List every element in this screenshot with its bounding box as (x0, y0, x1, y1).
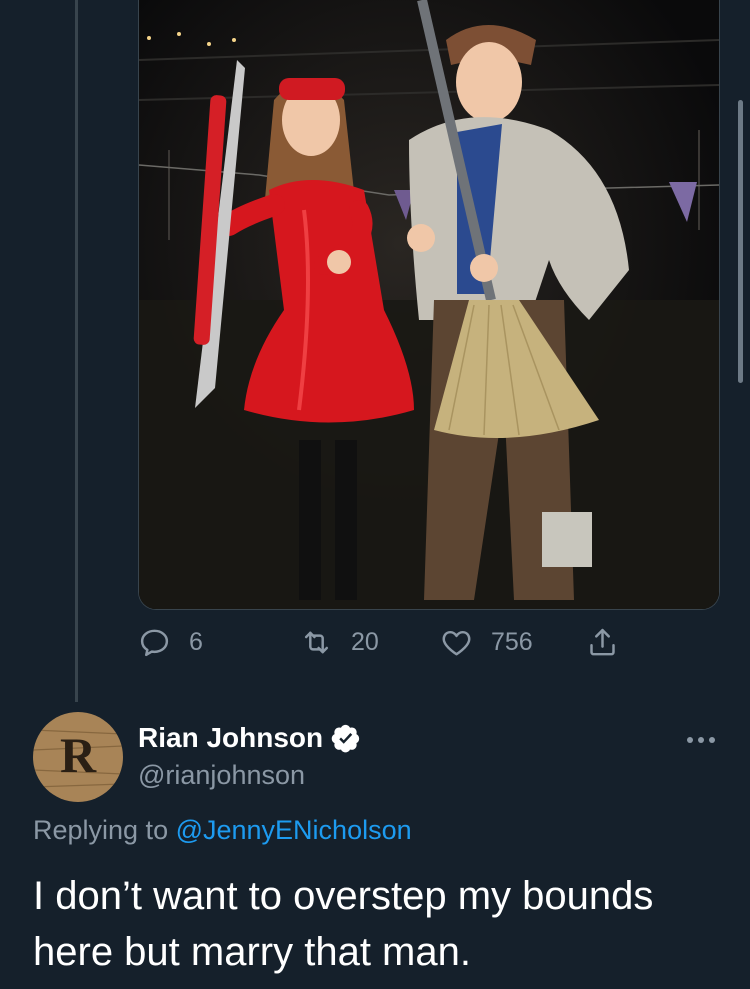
scrollbar[interactable] (738, 100, 743, 383)
tweet-photo[interactable] (138, 0, 720, 610)
replying-to-mention-link[interactable]: @JennyENicholson (176, 815, 412, 845)
retweet-action[interactable]: 20 (300, 622, 379, 662)
tweet-text: I don’t want to overstep my bounds here … (33, 874, 654, 974)
thread-connector-line (75, 0, 78, 702)
reply-action[interactable]: 6 (138, 622, 203, 662)
like-icon (442, 630, 471, 655)
share-icon (590, 628, 615, 655)
retweet-count: 20 (351, 627, 379, 656)
share-action[interactable] (586, 622, 619, 662)
author-display-name[interactable]: Rian Johnson (138, 722, 361, 754)
retweet-icon (304, 631, 329, 653)
replying-to-prefix: Replying to (33, 815, 176, 845)
avatar-letter: R (60, 727, 97, 783)
like-action[interactable]: 756 (440, 622, 533, 662)
more-options-button[interactable] (683, 722, 719, 758)
verified-badge-icon (331, 724, 360, 753)
avatar[interactable]: R (33, 712, 123, 802)
reply-icon (140, 629, 169, 656)
display-name-text: Rian Johnson (138, 722, 324, 753)
replying-to-line: Replying to @JennyENicholson (33, 815, 412, 846)
author-handle[interactable]: @rianjohnson (138, 760, 305, 791)
reply-count: 6 (189, 627, 203, 656)
like-count: 756 (491, 627, 533, 656)
more-options-icon (687, 737, 715, 743)
